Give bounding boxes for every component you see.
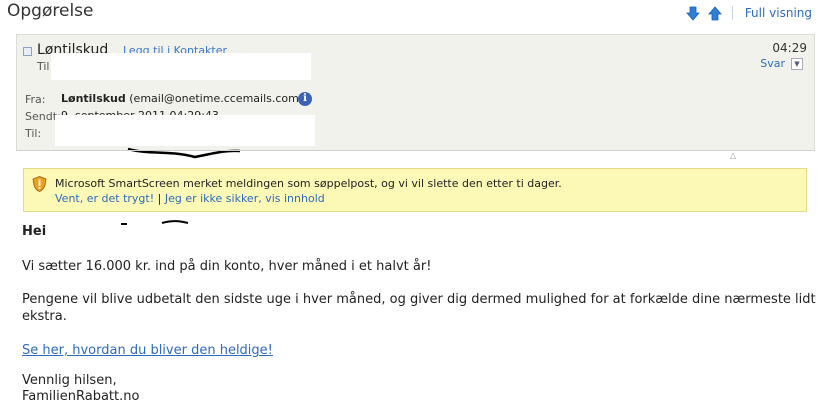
arrow-up-icon[interactable] [706, 4, 724, 22]
signature: FamilienRabatt.no [22, 389, 140, 404]
to-label: Til: [25, 127, 42, 140]
message-header: Løntilskud Legg til i Kontakter Til 04:2… [16, 34, 815, 151]
from-label: Fra: [25, 93, 46, 106]
reply-link[interactable]: Svar [760, 57, 785, 70]
show-content-link[interactable]: Jeg er ikke sikker, vis innhold [165, 192, 325, 205]
full-view-link[interactable]: Full visning [745, 6, 812, 20]
redacted-recipient [51, 53, 311, 80]
arrow-down-icon[interactable] [684, 4, 702, 22]
signoff: Vennlig hilsen, [22, 373, 117, 388]
message-nav: Full visning [684, 4, 812, 22]
toolbar-divider [731, 6, 733, 20]
from-name: Løntilskud [61, 92, 126, 105]
promo-link[interactable]: Se her, hvordan du bliver den heldige! [22, 343, 273, 358]
collapse-triangle-icon[interactable]: △ [730, 151, 736, 160]
redacted-recipients [55, 119, 315, 146]
page-title: Opgørelse [7, 1, 94, 21]
from-email: (email@onetime.ccemails.com) [129, 92, 304, 105]
smartscreen-warning: Microsoft SmartScreen merket meldingen s… [23, 168, 807, 212]
body-line-1: Vi sætter 16.000 kr. ind på din konto, h… [22, 259, 432, 274]
shield-warning-icon [32, 176, 47, 196]
link-separator: | [157, 192, 162, 205]
safe-link[interactable]: Vent, er det trygt! [55, 192, 154, 205]
warning-links: Vent, er det trygt! | Jeg er ikke sikker… [55, 192, 325, 205]
reply-dropdown-icon[interactable]: ▼ [791, 58, 803, 70]
greeting: Hei [22, 224, 47, 239]
info-icon[interactable]: i [298, 92, 312, 106]
collapse-square-icon[interactable] [23, 47, 32, 56]
header-divider [16, 150, 815, 151]
to-label-short: Til [37, 60, 50, 73]
body-line-2b: ekstra. [22, 309, 67, 324]
body-line-2a: Pengene vil blive udbetalt den sidste ug… [22, 292, 816, 307]
warning-text: Microsoft SmartScreen merket meldingen s… [55, 177, 562, 190]
message-time: 04:29 [772, 41, 807, 55]
